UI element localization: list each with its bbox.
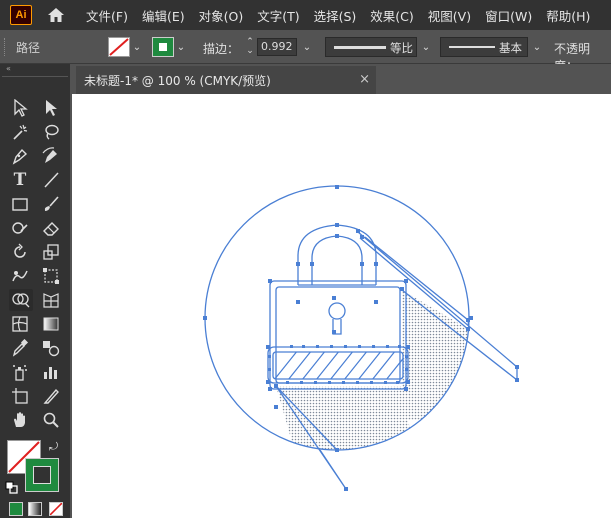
document-tab-bar: 未标题-1* @ 100 % (CMYK/预览) × xyxy=(72,64,611,94)
swap-fill-stroke-icon[interactable]: ⤾ xyxy=(49,440,58,454)
gradient-tool-icon[interactable] xyxy=(40,313,62,335)
column-graph-tool-icon[interactable] xyxy=(40,361,62,383)
eyedropper-tool-icon[interactable] xyxy=(9,337,31,359)
perspective-grid-tool-icon[interactable] xyxy=(40,289,62,311)
paintbrush-tool-icon[interactable] xyxy=(40,193,62,215)
type-tool-icon[interactable]: T xyxy=(9,169,31,191)
menu-view[interactable]: 视图(V) xyxy=(428,6,471,25)
shape-builder-tool-icon[interactable] xyxy=(9,289,33,311)
menu-help[interactable]: 帮助(H) xyxy=(546,6,590,25)
menu-select[interactable]: 选择(S) xyxy=(314,6,357,25)
artboard-canvas[interactable] xyxy=(72,94,611,518)
tools-panel: « T ⤾ xyxy=(0,64,70,518)
stroke-swatch[interactable] xyxy=(152,37,174,57)
panel-grip[interactable] xyxy=(4,38,8,56)
artboard-tool-icon[interactable] xyxy=(9,385,31,407)
menu-object[interactable]: 对象(O) xyxy=(199,6,244,25)
stroke-weight-stepper[interactable]: ⌃ ⌄ xyxy=(244,38,256,56)
default-fill-stroke-icon[interactable] xyxy=(5,480,19,499)
line-segment-tool-icon[interactable] xyxy=(40,169,62,191)
lock-body xyxy=(269,280,407,390)
gradient-mode-icon[interactable] xyxy=(28,502,42,516)
stroke-label[interactable]: 描边： xyxy=(203,40,239,57)
free-transform-tool-icon[interactable] xyxy=(40,265,62,287)
curvature-tool-icon[interactable] xyxy=(40,145,62,167)
menu-file[interactable]: 文件(F) xyxy=(86,6,128,25)
lock-artwork[interactable] xyxy=(72,94,611,518)
document-tab-title: 未标题-1* @ 100 % (CMYK/预览) xyxy=(84,73,271,88)
menu-window[interactable]: 窗口(W) xyxy=(485,6,532,25)
lasso-tool-icon[interactable] xyxy=(40,121,62,143)
selection-type-label: 路径 xyxy=(16,41,41,55)
zoom-tool-icon[interactable] xyxy=(40,409,62,431)
variable-width-profile[interactable]: 等比 xyxy=(325,37,417,57)
home-icon[interactable] xyxy=(46,5,66,25)
control-bar: 路径 ⌄ ⌄ 描边： ⌃⌄ 0.992 ⌄ 等比 ⌄ 基本 ⌄ 不透明度： xyxy=(0,30,611,73)
stroke-color-box[interactable] xyxy=(25,458,59,492)
width-profile-chevron-down-icon[interactable]: ⌄ xyxy=(419,37,433,57)
stroke-dropdown-chevron-down-icon[interactable]: ⌄ xyxy=(174,37,188,57)
menu-effect[interactable]: 效果(C) xyxy=(370,6,413,25)
close-icon[interactable]: × xyxy=(359,72,370,87)
rectangle-tool-icon[interactable] xyxy=(9,193,31,215)
stroke-weight-input[interactable]: 0.992 xyxy=(257,38,297,56)
menu-type[interactable]: 文字(T) xyxy=(257,6,299,25)
hand-tool-icon[interactable] xyxy=(9,409,31,431)
document-tab[interactable]: 未标题-1* @ 100 % (CMYK/预览) × xyxy=(76,66,376,94)
scale-tool-icon[interactable] xyxy=(40,241,62,263)
stroke-weight-chevron-down-icon[interactable]: ⌄ xyxy=(300,37,314,57)
brush-chevron-down-icon[interactable]: ⌄ xyxy=(530,37,544,57)
pen-tool-icon[interactable] xyxy=(9,145,31,167)
long-shadow xyxy=(276,290,469,450)
menu-edit[interactable]: 编辑(E) xyxy=(142,6,185,25)
mesh-tool-icon[interactable] xyxy=(9,313,31,335)
collapse-panel-icon[interactable]: « xyxy=(0,64,70,74)
shaper-tool-icon[interactable] xyxy=(9,217,31,239)
selection-tool-icon[interactable] xyxy=(9,97,31,119)
rotate-tool-icon[interactable] xyxy=(9,241,31,263)
symbol-sprayer-tool-icon[interactable] xyxy=(9,361,31,383)
fill-swatch[interactable] xyxy=(108,37,130,57)
brush-definition[interactable]: 基本 xyxy=(440,37,528,57)
keyhole xyxy=(328,302,346,320)
color-mode-icon[interactable] xyxy=(9,502,23,516)
slice-tool-icon[interactable] xyxy=(40,385,62,407)
menu-bar: Ai 文件(F) 编辑(E) 对象(O) 文字(T) 选择(S) 效果(C) 视… xyxy=(0,0,611,30)
magic-wand-tool-icon[interactable] xyxy=(9,121,31,143)
app-logo: Ai xyxy=(10,5,32,25)
none-mode-icon[interactable] xyxy=(49,502,63,516)
fill-dropdown-chevron-down-icon[interactable]: ⌄ xyxy=(130,37,144,57)
direct-selection-tool-icon[interactable] xyxy=(40,97,62,119)
blend-tool-icon[interactable] xyxy=(40,337,62,359)
eraser-tool-icon[interactable] xyxy=(40,217,62,239)
warp-tool-icon[interactable] xyxy=(9,265,31,287)
toolbar-grip xyxy=(2,76,68,77)
